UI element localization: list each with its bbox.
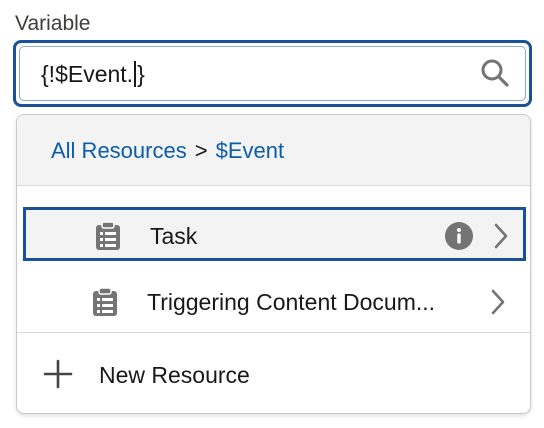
resource-item-task[interactable]: Task — [23, 207, 526, 261]
input-text-after-caret: } — [137, 61, 145, 87]
breadcrumb: All Resources > $Event — [51, 137, 284, 165]
resource-item-label: Task — [150, 223, 198, 249]
breadcrumb-all-resources[interactable]: All Resources — [51, 138, 187, 163]
resource-dropdown: All Resources > $Event Task Triggering C… — [16, 114, 531, 414]
resource-picker: Variable {!$Event.} All Resources > $Event — [0, 0, 544, 428]
search-icon[interactable] — [479, 57, 511, 89]
variable-field-label: Variable — [15, 12, 91, 35]
breadcrumb-bar: All Resources > $Event — [17, 115, 530, 186]
clipboard-icon — [96, 221, 120, 250]
chevron-right-icon[interactable] — [489, 287, 507, 317]
variable-input[interactable]: {!$Event.} — [13, 40, 532, 107]
resource-item-label: Triggering Content Docum... — [147, 289, 436, 315]
new-resource-button[interactable]: New Resource — [17, 333, 530, 413]
input-text-before-caret: {!$Event. — [41, 61, 134, 87]
text-caret — [134, 61, 137, 87]
breadcrumb-separator: > — [194, 138, 208, 163]
new-resource-label: New Resource — [99, 362, 250, 388]
variable-input-value[interactable]: {!$Event.} — [41, 59, 145, 89]
info-icon[interactable] — [444, 221, 474, 251]
chevron-right-icon[interactable] — [492, 221, 510, 251]
resource-item-triggering-content-document[interactable]: Triggering Content Docum... — [23, 273, 526, 327]
breadcrumb-event[interactable]: $Event — [216, 138, 285, 163]
clipboard-icon — [93, 287, 117, 316]
plus-icon — [43, 359, 73, 389]
